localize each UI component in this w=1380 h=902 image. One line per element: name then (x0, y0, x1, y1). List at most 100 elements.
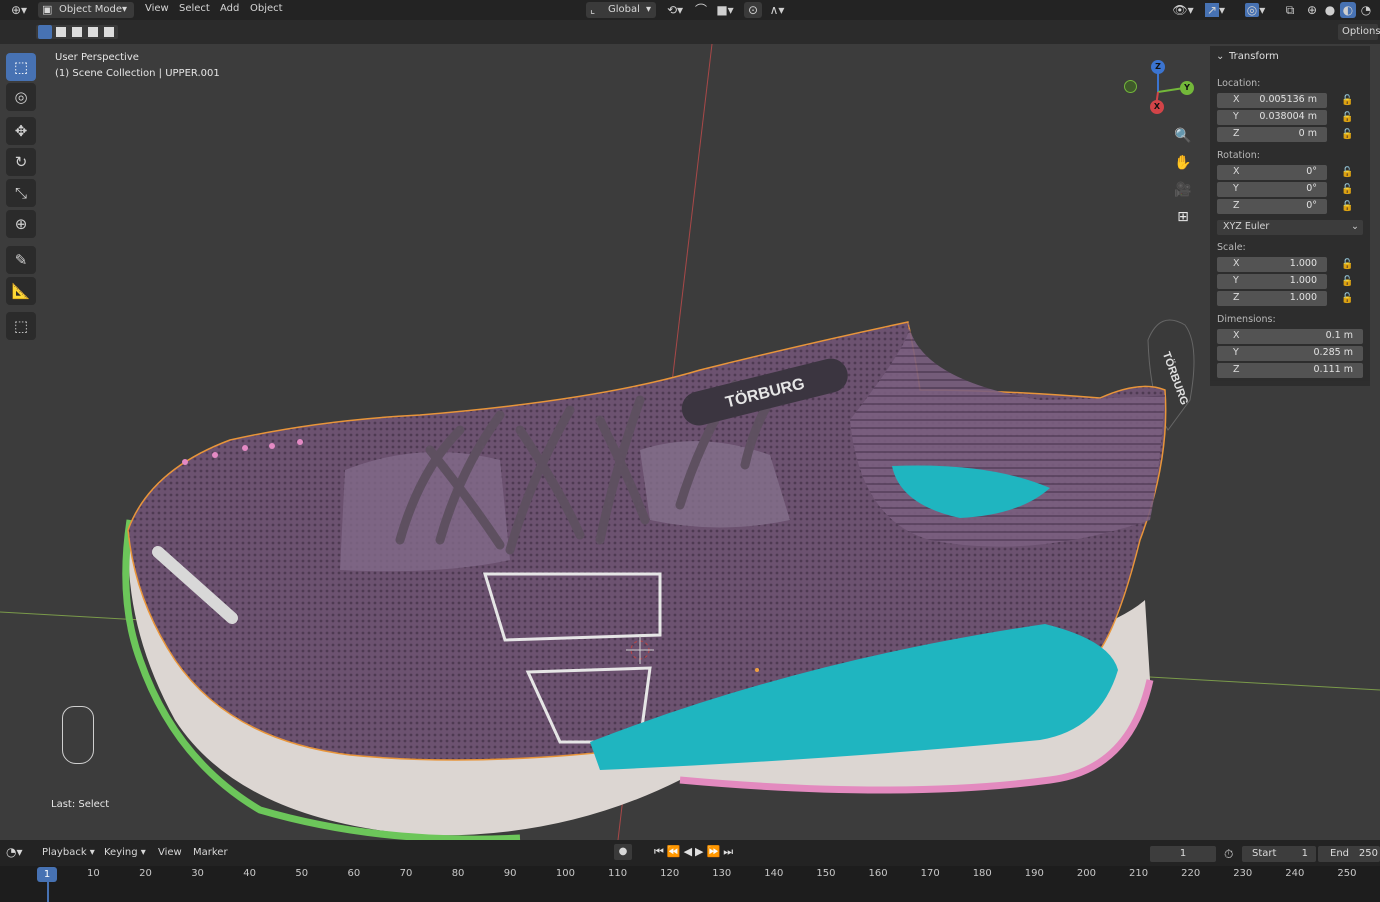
lock-icon[interactable]: 🔓 (1341, 129, 1353, 140)
lock-icon[interactable]: 🔓 (1341, 112, 1353, 123)
gizmo-toggle-icon[interactable]: ↗ ▾ (1202, 2, 1228, 18)
chevron-down-icon: ▾ (122, 4, 128, 15)
select-extend-icon[interactable] (56, 27, 66, 37)
rotation-z-field[interactable]: Z 0° (1217, 199, 1327, 214)
menu-playback[interactable]: Playback ▾ (42, 847, 95, 858)
zoom-icon[interactable]: 🔍 (1170, 124, 1196, 148)
gizmo-x-icon[interactable]: X (1150, 100, 1164, 114)
chevron-down-icon[interactable]: ⌄ (1216, 51, 1224, 62)
playhead-frame[interactable]: 1 (37, 867, 57, 882)
select-invert-icon[interactable] (88, 27, 98, 37)
menu-add[interactable]: Add (220, 3, 239, 14)
gizmo-y-icon[interactable]: Y (1180, 81, 1194, 95)
menu-marker[interactable]: Marker (193, 847, 228, 858)
scale-tool[interactable]: ⤡ (6, 179, 36, 207)
rotation-mode-label: XYZ Euler (1223, 221, 1270, 232)
field-value: 1.000 (1289, 275, 1317, 286)
annotate-tool[interactable]: ✎ (6, 246, 36, 274)
location-x-field[interactable]: X 0.005136 m (1217, 93, 1327, 108)
measure-tool[interactable]: 📐 (6, 277, 36, 305)
menu-view[interactable]: View (145, 3, 169, 14)
frame-tick: 50 (295, 868, 309, 879)
location-z-field[interactable]: Z 0 m (1217, 127, 1327, 142)
timeline-ruler[interactable]: 1 10 20 30 40 50 60 70 80 90 100 110 120 130 140 150 16… (0, 866, 1380, 902)
frame-tick: 190 (1024, 868, 1044, 879)
overlay-toggle-icon[interactable]: ◎ ▾ (1240, 2, 1270, 18)
rotation-x-field[interactable]: X 0° (1217, 165, 1327, 180)
frame-tick: 210 (1129, 868, 1149, 879)
scale-z-field[interactable]: Z 1.000 (1217, 291, 1327, 306)
snap-icon[interactable]: ⌒ (692, 2, 710, 18)
playback-controls[interactable]: ⏮⏪◀▶⏩⏭ (654, 845, 736, 859)
end-value: 250 (1358, 848, 1378, 859)
select-new-icon[interactable] (38, 25, 52, 39)
editor-type-icon[interactable]: ⊕▾ (6, 2, 32, 18)
falloff-icon[interactable]: ∧▾ (764, 2, 790, 18)
start-frame-field[interactable]: Start 1 (1242, 846, 1316, 862)
frame-tick: 200 (1076, 868, 1096, 879)
frame-tick: 250 (1337, 868, 1357, 879)
end-frame-field[interactable]: End 250 (1318, 846, 1380, 862)
field-value: 0.005136 m (1259, 94, 1317, 105)
3d-viewport[interactable]: TÖRBURG TÖRBURG User Perspective (1) Sce… (0, 44, 1380, 840)
navigation-gizmo[interactable]: Z Y X (1120, 58, 1200, 128)
frame-tick: 180 (972, 868, 992, 879)
pivot-icon[interactable]: ⟲▾ (662, 2, 688, 18)
menu-object[interactable]: Object (250, 3, 283, 14)
mode-dropdown[interactable]: ▣ Object Mode ▾ (38, 2, 134, 18)
perspective-grid-icon[interactable]: ⊞ (1170, 205, 1196, 229)
material-shading-icon[interactable]: ◐ (1340, 2, 1356, 18)
options-button[interactable]: Options (1338, 24, 1380, 40)
wireframe-shading-icon[interactable]: ⊕ (1304, 2, 1320, 18)
clock-icon[interactable]: ◔▾ (6, 845, 23, 859)
lock-icon[interactable]: 🔓 (1341, 95, 1353, 106)
collar-ribbing (850, 322, 1165, 547)
cursor-tool[interactable]: ◎ (6, 83, 36, 111)
rotate-tool[interactable]: ↻ (6, 148, 36, 176)
current-frame-field[interactable]: 1 (1150, 846, 1216, 862)
proportional-edit-icon[interactable]: ⊙ (744, 2, 762, 18)
transform-tool[interactable]: ⊕ (6, 210, 36, 238)
record-icon[interactable]: ● (614, 844, 632, 860)
select-intersect-icon[interactable] (104, 27, 114, 37)
menu-select[interactable]: Select (179, 3, 210, 14)
add-cube-tool[interactable]: ⬚ (6, 312, 36, 340)
lock-icon[interactable]: 🔓 (1341, 276, 1353, 287)
start-label: Start (1252, 848, 1277, 859)
frame-tick: 240 (1285, 868, 1305, 879)
menu-view[interactable]: View (158, 847, 182, 858)
axis-label: Y (1233, 347, 1239, 358)
dimension-z-field[interactable]: Z 0.111 m (1217, 363, 1363, 378)
lock-icon[interactable]: 🔓 (1341, 184, 1353, 195)
gizmo-z-icon[interactable]: Z (1151, 60, 1165, 74)
lock-icon[interactable]: 🔓 (1341, 201, 1353, 212)
gizmo-neg-y-icon[interactable] (1124, 80, 1137, 93)
location-y-field[interactable]: Y 0.038004 m (1217, 110, 1327, 125)
lock-icon[interactable]: 🔓 (1341, 293, 1353, 304)
camera-icon[interactable]: 🎥 (1170, 178, 1196, 202)
rotation-mode-dropdown[interactable]: XYZ Euler ⌄ (1217, 220, 1363, 235)
dimension-x-field[interactable]: X 0.1 m (1217, 329, 1363, 344)
xray-icon[interactable]: ⧉ (1282, 2, 1298, 18)
move-tool[interactable]: ✥ (6, 117, 36, 145)
rotation-y-field[interactable]: Y 0° (1217, 182, 1327, 197)
select-subtract-icon[interactable] (72, 27, 82, 37)
select-box-tool[interactable]: ⬚ (6, 53, 36, 81)
lock-icon[interactable]: 🔓 (1341, 259, 1353, 270)
rendered-shading-icon[interactable]: ◔ (1358, 2, 1374, 18)
solid-shading-icon[interactable]: ● (1322, 2, 1338, 18)
scale-y-field[interactable]: Y 1.000 (1217, 274, 1327, 289)
frame-tick: 220 (1181, 868, 1201, 879)
lock-icon[interactable]: 🔓 (1341, 167, 1353, 178)
menu-keying[interactable]: Keying ▾ (104, 847, 146, 858)
snap-target-icon[interactable]: ■▾ (712, 2, 738, 18)
playhead-line[interactable] (47, 882, 49, 902)
pan-hand-icon[interactable]: ✋ (1170, 151, 1196, 175)
scale-x-field[interactable]: X 1.000 (1217, 257, 1327, 272)
frame-tick: 30 (191, 868, 204, 879)
visibility-icon[interactable]: 👁▾ (1170, 2, 1196, 18)
dimension-y-field[interactable]: Y 0.285 m (1217, 346, 1363, 361)
stopwatch-icon[interactable]: ⏱ (1224, 847, 1233, 862)
transform-orientation-dropdown[interactable]: ⌞ Global ▾ (586, 2, 656, 18)
orientation-label: Global (608, 4, 640, 15)
